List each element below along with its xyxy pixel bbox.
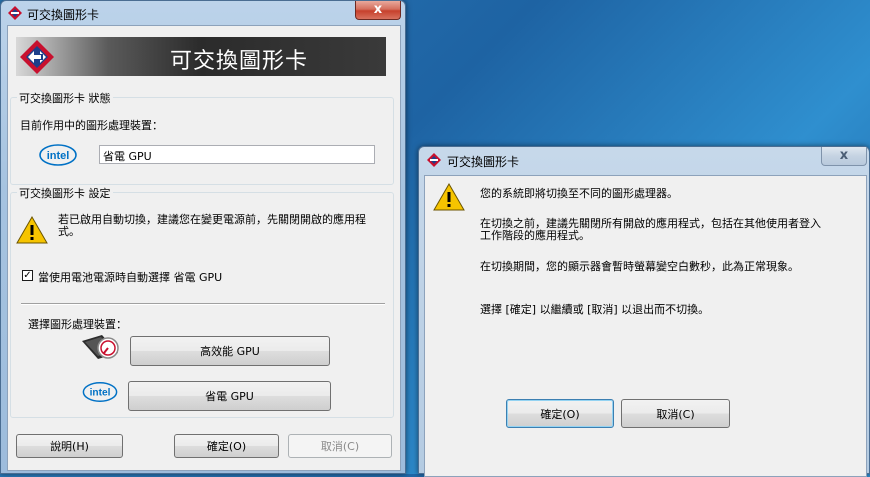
main-window: 可交換圖形卡 x 可交換圖形卡 可交換圖形卡 狀態 目前作用中的圖形處理裝置： … — [0, 0, 406, 474]
dialog-message-2: 在切換之前，建議先關閉所有開啟的應用程式，包括在其他使用者登入工作階段的應用程式… — [480, 217, 821, 242]
svg-text:intel: intel — [90, 388, 111, 399]
dialog-cancel-button[interactable]: 取消(C) — [621, 399, 730, 428]
settings-group: 可交換圖形卡 設定 若已啟用自動切換，建議您在變更電源前，先關閉開啟的應用程式。… — [10, 185, 394, 418]
banner-title: 可交換圖形卡 — [169, 49, 308, 74]
warning-icon — [16, 215, 48, 244]
app-icon — [8, 6, 22, 20]
help-button[interactable]: 說明(H) — [16, 434, 123, 458]
cancel-button[interactable]: 取消(C) — [288, 434, 392, 458]
dialog-client-area: 您的系統即將切換至不同的圖形處理器。 在切換之前，建議先關閉所有開啟的應用程式，… — [424, 175, 867, 477]
intel-logo-icon-2: intel — [82, 382, 118, 402]
main-titlebar[interactable]: 可交換圖形卡 x — [1, 1, 405, 25]
switchable-graphics-logo-icon — [20, 40, 54, 74]
banner: 可交換圖形卡 — [16, 37, 386, 76]
settings-divider — [21, 303, 385, 305]
svg-text:intel: intel — [47, 150, 70, 162]
confirm-dialog: 可交換圖形卡 x 您的系統即將切換至不同的圖形處理器。 在切換之前，建議先關閉所… — [418, 146, 870, 477]
ok-button[interactable]: 確定(O) — [174, 434, 279, 458]
dialog-ok-button[interactable]: 確定(O) — [506, 399, 614, 428]
dialog-close-button[interactable]: x — [821, 147, 867, 166]
auto-select-checkbox[interactable]: ✓ — [22, 270, 33, 281]
current-gpu-label: 目前作用中的圖形處理裝置： — [20, 119, 163, 132]
status-group-label: 可交換圖形卡 狀態 — [17, 90, 113, 106]
dialog-message-3: 在切換期間，您的顯示器會暫時螢幕變空白數秒，此為正常現象。 — [480, 260, 799, 273]
dialog-warning-icon — [433, 182, 465, 211]
status-group: 可交換圖形卡 狀態 目前作用中的圖形處理裝置： intel 省電 GPU — [10, 90, 394, 185]
current-gpu-field: 省電 GPU — [99, 145, 375, 164]
main-window-title: 可交換圖形卡 — [27, 8, 100, 22]
select-gpu-label: 選擇圖形處理裝置： — [28, 318, 127, 331]
main-client-area: 可交換圖形卡 可交換圖形卡 狀態 目前作用中的圖形處理裝置： intel 省電 … — [7, 25, 401, 471]
close-button[interactable]: x — [355, 1, 401, 20]
dialog-app-icon — [427, 153, 441, 167]
auto-select-checkbox-label[interactable]: 當使用電池電源時自動選擇 省電 GPU — [38, 269, 222, 285]
amd-gpu-icon — [82, 335, 119, 359]
high-performance-gpu-button[interactable]: 高效能 GPU — [130, 336, 330, 366]
dialog-message-1: 您的系統即將切換至不同的圖形處理器。 — [480, 187, 678, 200]
auto-switch-warning-text: 若已啟用自動切換，建議您在變更電源前，先關閉開啟的應用程式。 — [58, 213, 366, 238]
dialog-titlebar[interactable]: 可交換圖形卡 x — [419, 147, 869, 171]
settings-group-label: 可交換圖形卡 設定 — [17, 185, 113, 201]
dialog-title: 可交換圖形卡 — [447, 155, 520, 169]
power-saving-gpu-button[interactable]: 省電 GPU — [128, 381, 331, 411]
intel-logo-icon: intel — [39, 144, 77, 166]
dialog-message-4: 選擇 [確定] 以繼續或 [取消] 以退出而不切換。 — [480, 303, 710, 316]
